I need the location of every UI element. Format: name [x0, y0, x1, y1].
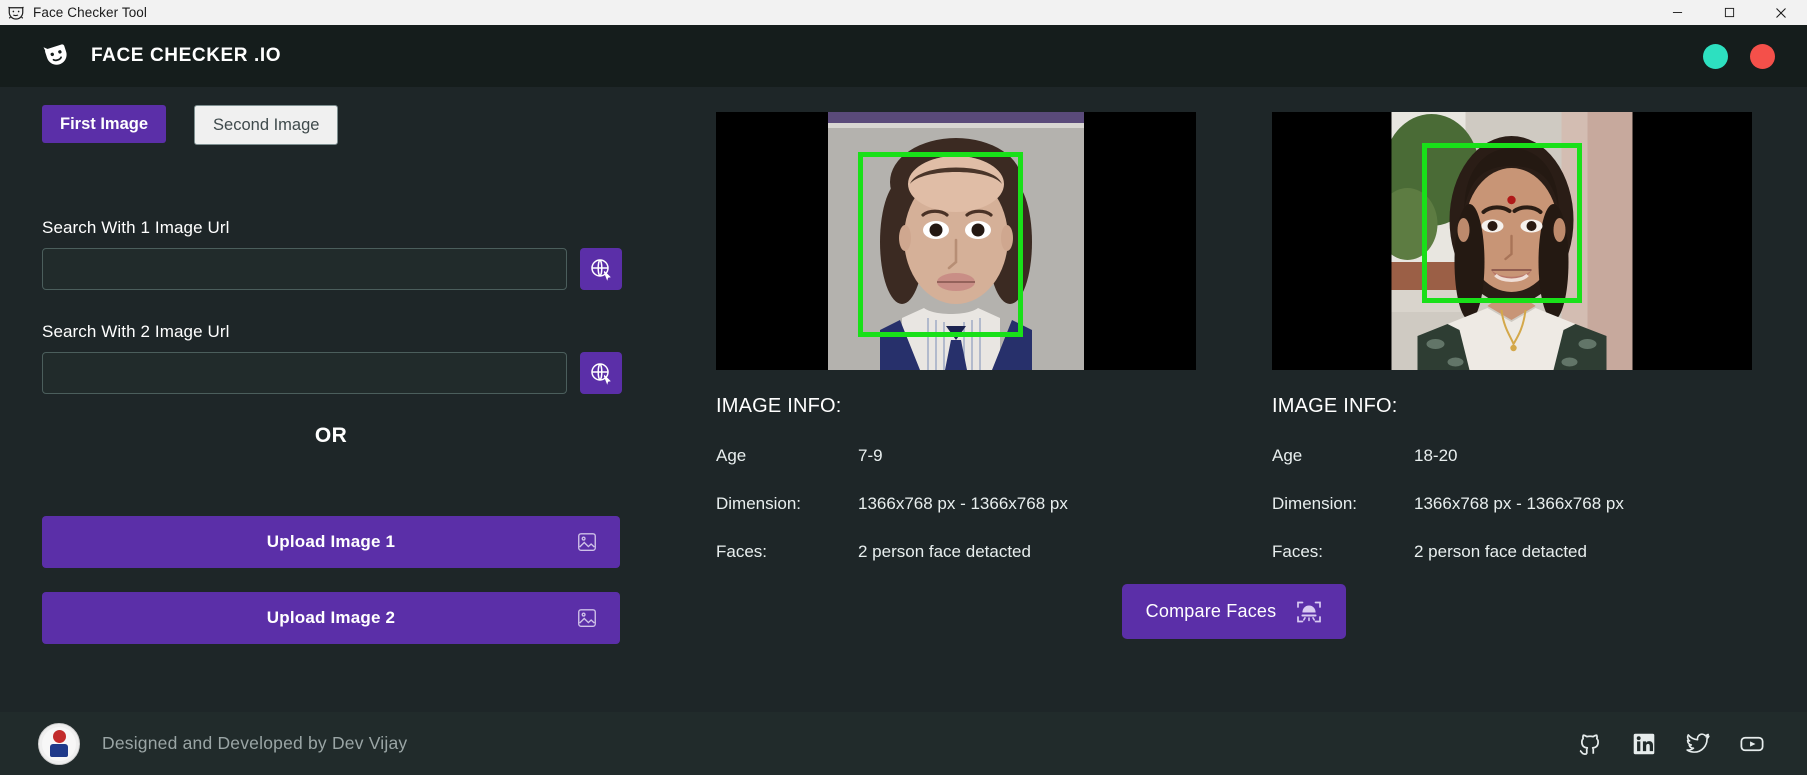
window-title: Face Checker Tool	[33, 4, 148, 20]
url-2-input[interactable]	[42, 352, 567, 394]
tab-first-image[interactable]: First Image	[42, 105, 167, 143]
age-value: 18-20	[1414, 446, 1458, 465]
window-title-bar: Face Checker Tool	[0, 0, 1807, 26]
faces-label: Faces:	[1272, 542, 1324, 561]
url-1-row	[42, 248, 622, 290]
compare-row: Compare Faces	[716, 584, 1752, 639]
app-mask-icon	[7, 4, 25, 22]
upload-image-2-label: Upload Image 2	[266, 608, 396, 627]
image-icon	[576, 607, 598, 629]
globe-search-icon	[589, 257, 613, 281]
image-icon	[576, 531, 598, 553]
age-value: 7-9	[858, 446, 883, 465]
circular-emblem-logo	[38, 722, 80, 765]
url-field-group-1: Search With 1 Image Url	[42, 218, 622, 290]
app-window: Face Checker Tool FACE CHECKER .IO First…	[0, 0, 1807, 775]
faces-value: 2 person face detacted	[1414, 542, 1587, 561]
face-detection-box	[858, 152, 1023, 337]
app-header: FACE CHECKER .IO	[0, 25, 1807, 87]
window-controls	[1651, 0, 1807, 25]
url-2-search-button[interactable]	[580, 352, 622, 394]
url-2-row	[42, 352, 622, 394]
url-1-label: Search With 1 Image Url	[42, 218, 230, 237]
first-image-age-row: Age 7-9	[716, 446, 1196, 466]
url-2-label: Search With 2 Image Url	[42, 322, 230, 341]
face-scan-icon	[1296, 599, 1322, 625]
footer-social-links	[1577, 731, 1765, 757]
upload-image-2-button[interactable]: Upload Image 2	[42, 592, 620, 644]
second-image-panel: IMAGE INFO: Age 18-20 Dimension: 1366x76…	[1272, 87, 1752, 562]
url-1-input[interactable]	[42, 248, 567, 290]
age-label: Age	[716, 446, 747, 465]
age-label: Age	[1272, 446, 1303, 465]
footer: Designed and Developed by Dev Vijay	[0, 712, 1807, 775]
footer-credit: Designed and Developed by Dev Vijay	[102, 733, 408, 753]
dimension-label: Dimension:	[716, 494, 802, 513]
compare-faces-label: Compare Faces	[1145, 601, 1277, 621]
url-field-group-2: Search With 2 Image Url	[42, 322, 622, 394]
left-controls-column: First Image Second Image Search With 1 I…	[42, 87, 622, 644]
linkedin-icon[interactable]	[1631, 731, 1657, 757]
second-image-age-row: Age 18-20	[1272, 446, 1752, 466]
brand: FACE CHECKER .IO	[40, 39, 281, 73]
face-detection-box	[1422, 143, 1582, 303]
header-window-dots	[1703, 43, 1775, 69]
first-image-faces-row: Faces: 2 person face detacted	[716, 542, 1196, 562]
main-content: First Image Second Image Search With 1 I…	[0, 87, 1807, 712]
close-icon[interactable]	[1755, 0, 1807, 25]
or-divider-text: OR	[314, 424, 348, 447]
dimension-label: Dimension:	[1272, 494, 1358, 513]
second-image-dimension-row: Dimension: 1366x768 px - 1366x768 px	[1272, 494, 1752, 514]
minimize-icon[interactable]	[1651, 0, 1703, 25]
minimize-dot[interactable]	[1703, 43, 1728, 69]
first-image-info-title: IMAGE INFO:	[716, 395, 842, 417]
second-image-faces-row: Faces: 2 person face detacted	[1272, 542, 1752, 562]
image-tabs: First Image Second Image	[42, 105, 622, 145]
dimension-value: 1366x768 px - 1366x768 px	[1414, 494, 1624, 513]
tab-second-image[interactable]: Second Image	[194, 105, 339, 145]
first-image-preview[interactable]	[716, 112, 1196, 370]
globe-search-icon	[589, 361, 613, 385]
first-image-dimension-row: Dimension: 1366x768 px - 1366x768 px	[716, 494, 1196, 514]
youtube-icon[interactable]	[1739, 731, 1765, 757]
second-image-info-title: IMAGE INFO:	[1272, 395, 1398, 417]
upload-image-1-button[interactable]: Upload Image 1	[42, 516, 620, 568]
compare-faces-button[interactable]: Compare Faces	[1121, 584, 1347, 639]
faces-value: 2 person face detacted	[858, 542, 1031, 561]
faces-label: Faces:	[716, 542, 768, 561]
brand-title: FACE CHECKER .IO	[91, 45, 282, 66]
upload-image-1-label: Upload Image 1	[266, 532, 396, 551]
theater-mask-icon	[40, 39, 74, 73]
github-icon[interactable]	[1577, 731, 1603, 757]
url-1-search-button[interactable]	[580, 248, 622, 290]
dimension-value: 1366x768 px - 1366x768 px	[858, 494, 1068, 513]
close-dot[interactable]	[1750, 43, 1775, 69]
twitter-icon[interactable]	[1685, 731, 1711, 757]
maximize-icon[interactable]	[1703, 0, 1755, 25]
second-image-preview[interactable]	[1272, 112, 1752, 370]
first-image-panel: IMAGE INFO: Age 7-9 Dimension: 1366x768 …	[716, 87, 1196, 562]
